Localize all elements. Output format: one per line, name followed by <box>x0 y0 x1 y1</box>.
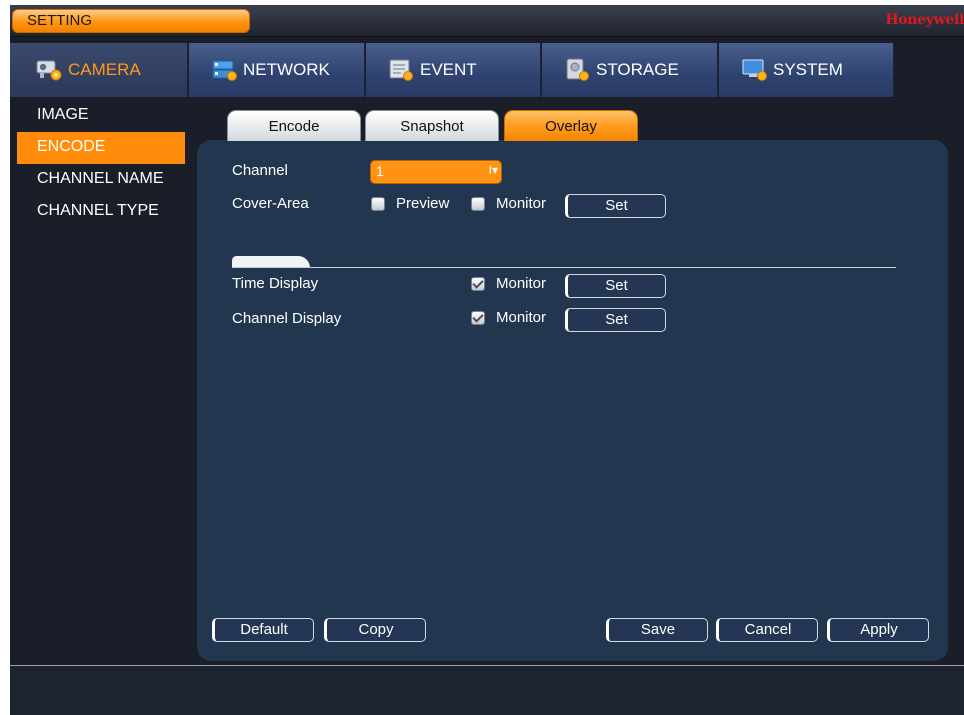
tab-storage[interactable]: STORAGE <box>542 43 718 97</box>
camera-gear-icon <box>36 57 64 83</box>
content-panel <box>197 140 948 661</box>
preview-checkbox[interactable] <box>371 197 385 211</box>
channel-label: Channel <box>232 162 288 179</box>
cover-area-set-button[interactable]: Set <box>565 194 666 218</box>
tab-storage-label: STORAGE <box>596 60 679 79</box>
cover-monitor-label: Monitor <box>496 195 547 212</box>
cover-area-label: Cover-Area <box>232 195 309 212</box>
sidebar-item-label: CHANNEL NAME <box>37 170 164 187</box>
channel-display-label: Channel Display <box>232 310 342 327</box>
apply-button[interactable]: Apply <box>827 618 929 642</box>
system-gear-icon <box>741 57 769 83</box>
time-display-set-button[interactable]: Set <box>565 274 666 298</box>
storage-gear-icon <box>564 57 592 83</box>
channel-monitor-checkbox[interactable] <box>471 311 485 325</box>
tab-system-label: SYSTEM <box>773 60 843 79</box>
tab-snapshot[interactable]: Snapshot <box>365 110 499 141</box>
sidebar-item-encode[interactable]: ENCODE <box>17 132 185 164</box>
title-pill: SETTING <box>12 9 250 33</box>
tab-encode[interactable]: Encode <box>227 110 361 141</box>
cover-monitor-checkbox[interactable] <box>471 197 485 211</box>
channel-select[interactable]: 1 I▾ <box>370 160 502 184</box>
tab-network-label: NETWORK <box>243 60 330 79</box>
sidebar-item-label: IMAGE <box>37 106 89 123</box>
network-gear-icon <box>211 57 239 83</box>
section-divider <box>232 267 896 268</box>
tab-camera[interactable]: CAMERA <box>10 43 188 97</box>
preview-label: Preview <box>396 195 450 212</box>
main-tab-bar: CAMERA NETWORK EVENT STORAGE SYSTEM <box>10 43 964 97</box>
event-gear-icon <box>388 57 416 83</box>
cancel-button[interactable]: Cancel <box>716 618 818 642</box>
time-display-label: Time Display <box>232 275 319 292</box>
tab-network[interactable]: NETWORK <box>189 43 365 97</box>
copy-button[interactable]: Copy <box>324 618 426 642</box>
window-title: SETTING <box>27 12 93 29</box>
status-bar <box>10 665 964 715</box>
title-bar: SETTING Honeywell <box>10 5 964 37</box>
default-button[interactable]: Default <box>212 618 314 642</box>
sidebar-item-label: CHANNEL TYPE <box>37 202 159 219</box>
brand-logo: Honeywell <box>885 12 964 28</box>
sidebar-item-channel-type[interactable]: CHANNEL TYPE <box>17 196 185 228</box>
tab-system[interactable]: SYSTEM <box>719 43 894 97</box>
channel-monitor-label: Monitor <box>496 309 547 326</box>
save-button[interactable]: Save <box>606 618 708 642</box>
settings-window: SETTING Honeywell CAMERA NETWORK EVENT S… <box>10 5 964 715</box>
time-monitor-checkbox[interactable] <box>471 277 485 291</box>
tab-overlay[interactable]: Overlay <box>504 110 638 141</box>
sidebar-item-label: ENCODE <box>37 138 106 155</box>
channel-display-set-button[interactable]: Set <box>565 308 666 332</box>
tab-camera-label: CAMERA <box>68 60 141 79</box>
chevron-down-icon: I▾ <box>488 163 498 177</box>
tab-event-label: EVENT <box>420 60 477 79</box>
sidebar-item-channel-name[interactable]: CHANNEL NAME <box>17 164 185 196</box>
tab-event[interactable]: EVENT <box>366 43 541 97</box>
time-monitor-label: Monitor <box>496 275 547 292</box>
sidebar-item-image[interactable]: IMAGE <box>17 100 185 132</box>
channel-select-value: 1 <box>376 163 384 179</box>
